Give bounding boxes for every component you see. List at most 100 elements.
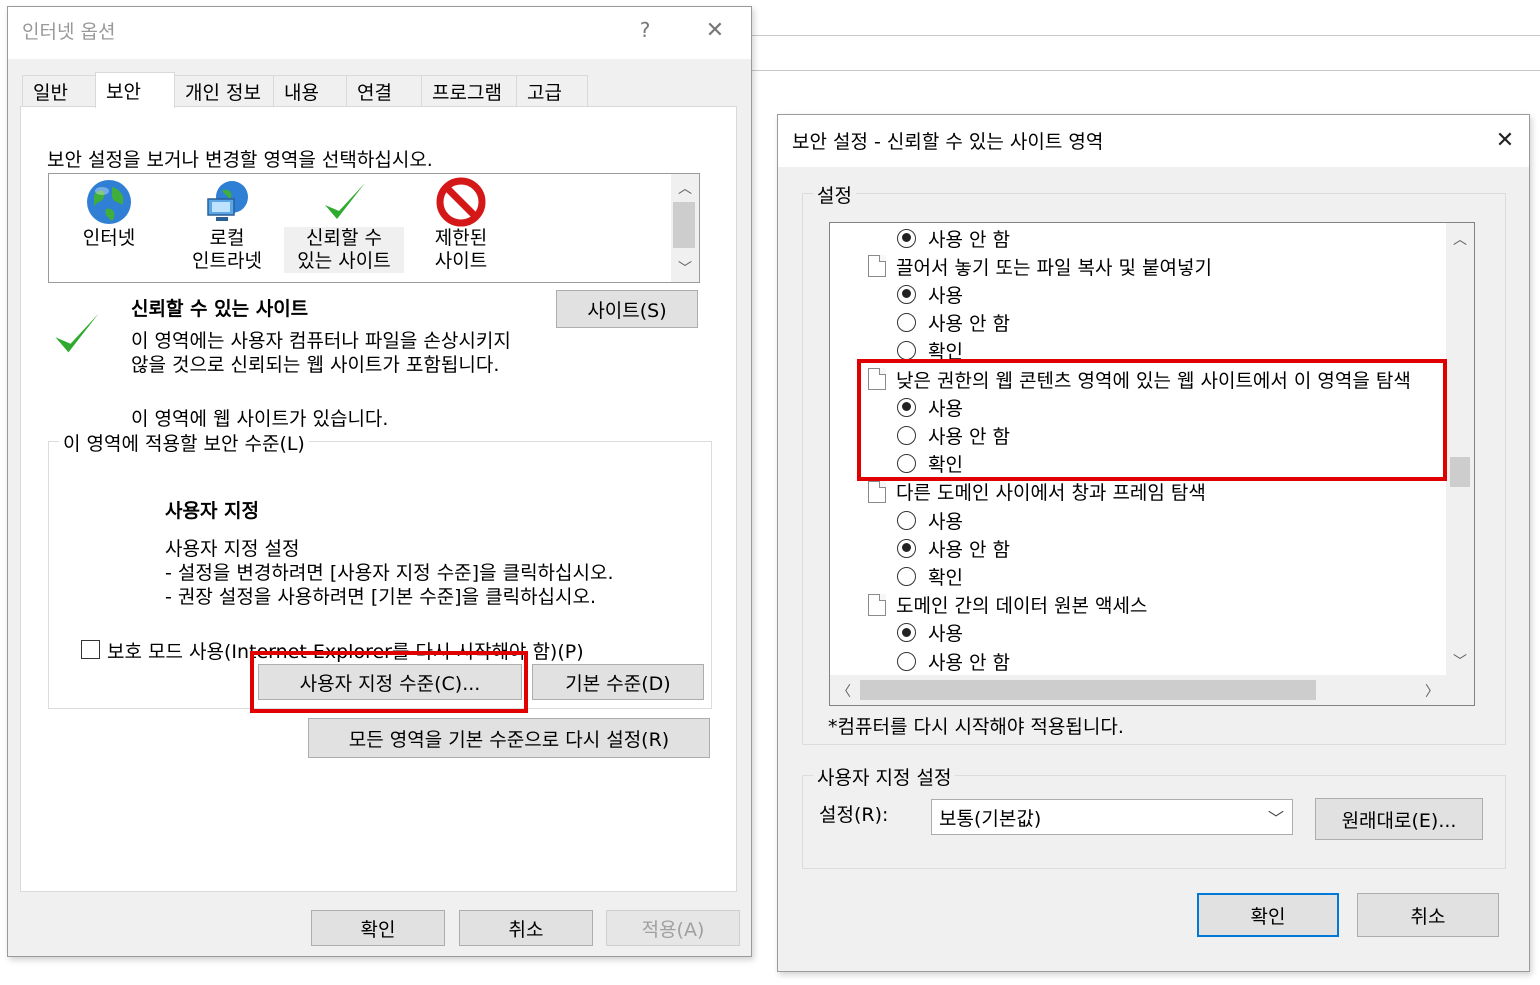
checkmark-icon	[55, 313, 99, 353]
scroll-up-icon[interactable]: ︿	[675, 178, 695, 198]
close-icon: ✕	[1495, 127, 1515, 153]
zone-label: 인터넷	[82, 227, 136, 249]
zone-status: 이 영역에 웹 사이트가 있습니다.	[131, 408, 389, 430]
zone-label: 로컬	[209, 227, 245, 249]
close-button[interactable]: ✕	[698, 15, 732, 45]
highlight-box	[250, 651, 528, 713]
setting-label: 사용	[928, 510, 963, 533]
group-title: 이 영역에 적용할 보안 수준(L)	[59, 429, 309, 456]
tab-security[interactable]: 보안	[95, 72, 175, 108]
radio-checked-icon[interactable]	[897, 284, 916, 304]
checkmark-icon	[325, 183, 365, 219]
security-settings-dialog: 보안 설정 - 신뢰할 수 있는 사이트 영역 ✕ 설정 사용 안 함 끌어서 놓…	[777, 114, 1530, 972]
scroll-right-icon[interactable]: 〉	[1422, 681, 1442, 701]
reset-all-zones-button[interactable]: 모든 영역을 기본 수준으로 다시 설정(R)	[308, 718, 710, 758]
setting-option-radio[interactable]: 사용	[830, 506, 963, 534]
zone-internet[interactable]: 인터넷	[49, 177, 169, 250]
document-icon	[868, 255, 886, 278]
highlight-box	[857, 359, 1447, 481]
level-heading: 사용자 지정	[165, 500, 260, 522]
settings-label: 설정(R):	[819, 804, 889, 826]
ok-button[interactable]: 확인	[311, 910, 445, 946]
document-icon	[868, 593, 886, 616]
restricted-icon	[436, 177, 486, 227]
level-description: - 권장 설정을 사용하려면 [기본 수준]을 클릭하십시오.	[165, 586, 597, 608]
radio-unchecked-icon[interactable]	[897, 651, 916, 671]
tab-content[interactable]: 내용	[273, 75, 347, 107]
setting-label: 사용	[928, 623, 963, 646]
zone-description: 이 영역에는 사용자 컴퓨터나 파일을 손상시키지	[131, 330, 511, 352]
close-button[interactable]: ✕	[1488, 125, 1522, 155]
setting-item[interactable]: 도메인 간의 데이터 원본 액세스	[830, 591, 1147, 619]
zone-label: 제한된	[434, 227, 488, 249]
zone-heading: 신뢰할 수 있는 사이트	[131, 298, 309, 320]
tab-connections[interactable]: 연결	[346, 75, 422, 107]
tab-programs[interactable]: 프로그램	[421, 75, 517, 107]
tab-privacy[interactable]: 개인 정보	[174, 75, 274, 107]
setting-option-radio[interactable]: 사용 안 함	[830, 224, 1010, 252]
cancel-button[interactable]: 취소	[1357, 893, 1499, 937]
default-level-button[interactable]: 기본 수준(D)	[532, 664, 704, 700]
zone-label: 신뢰할 수	[284, 227, 404, 250]
zone-trusted-sites[interactable]: 신뢰할 수 있는 사이트	[284, 177, 404, 273]
zone-restricted-sites[interactable]: 제한된 사이트	[401, 177, 521, 273]
ok-button[interactable]: 확인	[1197, 893, 1339, 937]
setting-label: 사용 안 함	[928, 313, 1010, 336]
zone-list-scrollbar[interactable]: ︿ ﹀	[671, 174, 699, 282]
zone-list: 인터넷 로컬 인트라넷 신뢰할 수 있는 사이트 제한된 사이트 ︿ ﹀	[48, 173, 700, 283]
zone-local-intranet[interactable]: 로컬 인트라넷	[167, 177, 287, 273]
protected-mode-checkbox[interactable]	[81, 640, 100, 659]
setting-option-radio[interactable]: 사용 안 함	[830, 309, 1010, 337]
setting-label: 도메인 간의 데이터 원본 액세스	[896, 595, 1148, 618]
setting-option-radio[interactable]: 사용 안 함	[830, 647, 1010, 675]
setting-item[interactable]: 끌어서 놓기 또는 파일 복사 및 붙여넣기	[830, 252, 1212, 280]
setting-option-radio[interactable]: 확인	[830, 562, 963, 590]
scroll-thumb[interactable]	[1450, 457, 1470, 487]
scroll-down-icon[interactable]: ﹀	[1450, 651, 1470, 671]
tab-general[interactable]: 일반	[22, 75, 96, 107]
document-icon	[868, 480, 886, 503]
title-bar: 인터넷 옵션 ? ✕	[8, 7, 751, 59]
setting-label: 사용	[928, 284, 963, 307]
chevron-down-icon: ﹀	[1267, 809, 1284, 828]
background-window-line	[752, 70, 1540, 71]
help-icon: ?	[639, 18, 651, 42]
dialog-title: 인터넷 옵션	[22, 21, 116, 43]
radio-checked-icon[interactable]	[897, 623, 916, 643]
reset-to-button[interactable]: 원래대로(E)...	[1315, 798, 1483, 840]
setting-option-radio[interactable]: 사용 안 함	[830, 534, 1010, 562]
scroll-left-icon[interactable]: 〈	[834, 681, 854, 701]
security-tab-page: 보안 설정을 보거나 변경할 영역을 선택하십시오. 인터넷 로컬 인트라넷 신…	[20, 106, 737, 892]
zone-label: 사이트	[434, 250, 488, 272]
scroll-thumb[interactable]	[673, 202, 695, 248]
tree-scrollbar-horizontal[interactable]: 〈 〉	[830, 675, 1446, 705]
radio-checked-icon[interactable]	[897, 228, 916, 248]
setting-label: 끌어서 놓기 또는 파일 복사 및 붙여넣기	[896, 256, 1212, 279]
setting-option-radio[interactable]: 사용	[830, 619, 963, 647]
radio-unchecked-icon[interactable]	[897, 341, 916, 361]
setting-label: 다른 도메인 사이에서 창과 프레임 탐색	[896, 482, 1206, 505]
zone-instruction: 보안 설정을 보거나 변경할 영역을 선택하십시오.	[47, 149, 433, 171]
cancel-button[interactable]: 취소	[459, 910, 593, 946]
intranet-icon	[207, 181, 248, 221]
setting-item[interactable]: 다른 도메인 사이에서 창과 프레임 탐색	[830, 478, 1206, 506]
radio-unchecked-icon[interactable]	[897, 510, 916, 530]
radio-unchecked-icon[interactable]	[897, 566, 916, 586]
scroll-thumb[interactable]	[860, 680, 1316, 700]
tree-scrollbar-vertical[interactable]: ︿ ﹀	[1446, 223, 1474, 675]
setting-option-radio[interactable]: 사용	[830, 280, 963, 308]
tab-advanced[interactable]: 고급	[516, 75, 588, 107]
settings-dropdown-value: 보통(기본값)	[939, 807, 1042, 830]
setting-label: 사용 안 함	[928, 651, 1010, 674]
scroll-corner	[1446, 675, 1474, 705]
radio-unchecked-icon[interactable]	[897, 313, 916, 333]
level-description: 사용자 지정 설정	[165, 538, 300, 560]
radio-checked-icon[interactable]	[897, 538, 916, 558]
scroll-up-icon[interactable]: ︿	[1450, 229, 1470, 249]
scroll-down-icon[interactable]: ﹀	[675, 258, 695, 278]
settings-dropdown[interactable]: 보통(기본값) ﹀	[931, 799, 1293, 835]
close-icon: ✕	[705, 17, 725, 43]
sites-button[interactable]: 사이트(S)	[556, 290, 698, 328]
help-button[interactable]: ?	[630, 15, 660, 45]
background-window-line	[752, 35, 1540, 36]
